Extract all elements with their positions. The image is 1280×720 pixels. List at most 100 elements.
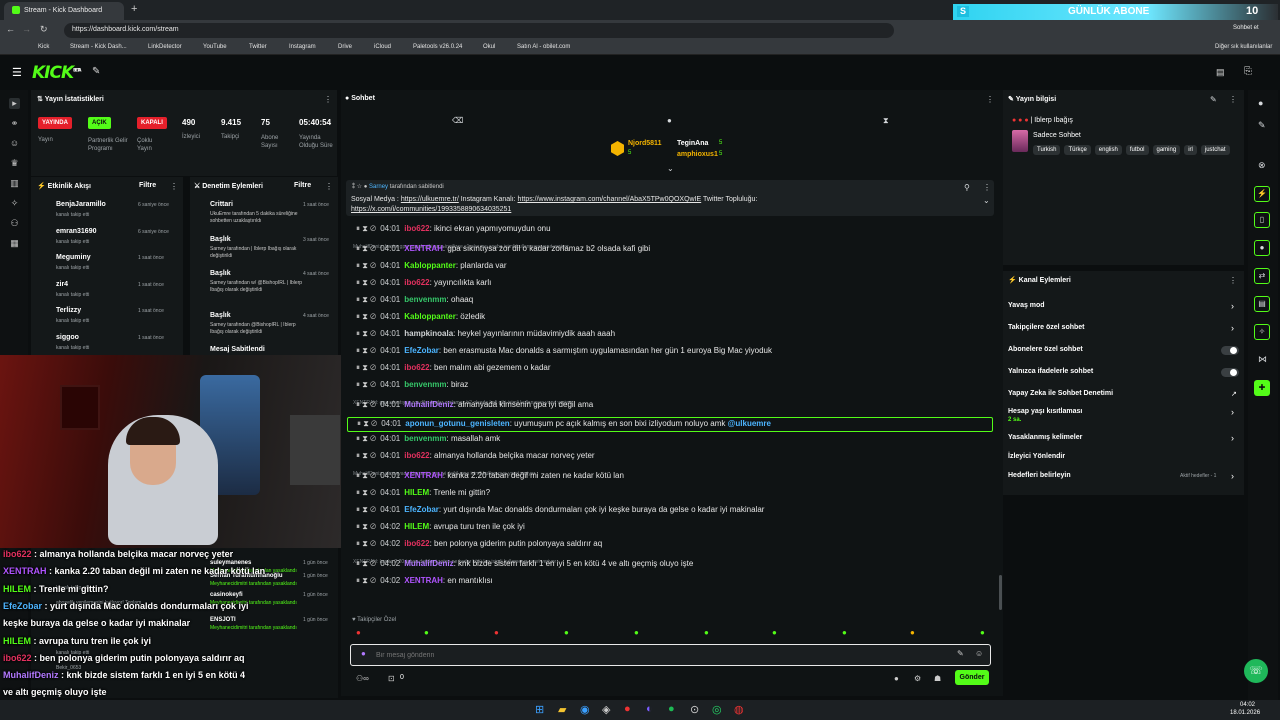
pinned-link[interactable]: https://x.com/i/communities/199335889063…	[351, 206, 511, 213]
chat-message[interactable]: ⏸ ⧗ ⊘ 04:01 ibo622: ben malım abi gezemem …	[356, 363, 996, 377]
chevron-right-icon[interactable]: ›	[1231, 407, 1234, 417]
top-user-1[interactable]: Njord5811	[628, 140, 661, 147]
chat-message[interactable]: ⏸ ⧗ ⊘ 04:02 HILEM: avrupa turu tren ile ço…	[356, 522, 996, 536]
top-user-2[interactable]: TeginAna	[677, 140, 708, 147]
channel-action-label[interactable]: Takipçilere özel sohbet	[1008, 324, 1085, 331]
channel-action-label[interactable]: Yavaş mod	[1008, 302, 1045, 309]
chat-input-box[interactable]: ● ✎ ☺	[350, 644, 991, 666]
message-username[interactable]: Kabloppanter	[404, 312, 456, 321]
wallet-icon[interactable]: ⎘	[1244, 66, 1252, 77]
chat-message[interactable]: ⏸ ⧗ ⊘ 04:01 EfeZobar: ben erasmusta Mac do…	[356, 346, 996, 360]
trash-icon[interactable]: ⌫	[452, 116, 463, 125]
top-user-3[interactable]: amphioxus1	[677, 151, 718, 158]
whatsapp-icon[interactable]: ◎	[712, 703, 722, 716]
message-mention[interactable]: @ulkuemre	[728, 419, 771, 428]
chat-message[interactable]: ⏸ ⧗ ⊘ 04:02 MuhalifDeniz: knk bizde sistem…	[356, 559, 996, 573]
emote-icon[interactable]: ●	[356, 628, 361, 637]
more-icon[interactable]: ⋮	[983, 183, 991, 192]
emote-icon[interactable]: ●	[772, 628, 777, 637]
message-username[interactable]: EfeZobar	[404, 505, 439, 514]
mod-actions-icon[interactable]: ⏸ ⧗ ⊘	[356, 346, 376, 355]
hourglass-icon[interactable]: ⧗	[883, 116, 889, 126]
mod-actions-icon[interactable]: ⏸ ⧗ ⊘	[357, 419, 377, 428]
mod-actions-icon[interactable]: ⏸ ⧗ ⊘	[356, 363, 376, 372]
new-tab-icon[interactable]: +	[131, 3, 137, 15]
chat-message[interactable]: ⏸ ⧗ ⊘ 04:01 HILEM: Trenle mi gittin?	[356, 488, 996, 502]
mod-actions-icon[interactable]: ⏸ ⧗ ⊘	[356, 559, 376, 568]
message-username[interactable]: benvenmm	[404, 434, 446, 443]
app-icon[interactable]: ◍	[734, 703, 744, 716]
mod-actions-icon[interactable]: ⏸ ⧗ ⊘	[356, 539, 376, 548]
clip-icon[interactable]: ▤	[1254, 296, 1270, 312]
message-username[interactable]: ibo622	[404, 278, 429, 287]
bookmark[interactable]: Satın Al - obilet.com	[517, 44, 570, 50]
chat-message[interactable]: ⏸ ⧗ ⊘ 04:01 ibo622: almanya hollanda belçi…	[356, 451, 996, 465]
chevron-right-icon[interactable]: ›	[1231, 433, 1234, 443]
send-button[interactable]: Gönder	[955, 670, 989, 685]
chevron-down-icon[interactable]: ⌄	[667, 164, 674, 173]
back-icon[interactable]: ←	[6, 24, 15, 34]
more-icon[interactable]: ⋮	[325, 182, 333, 191]
steam-icon[interactable]: ◈	[602, 703, 610, 716]
chevron-right-icon[interactable]: ›	[1231, 323, 1234, 333]
pinned-link[interactable]: https://www.instagram.com/channel/AbaX5T…	[518, 196, 702, 203]
chat-message[interactable]: ⏸ ⧗ ⊘ 04:01 ibo622: yayıncılıkta karlı	[356, 278, 996, 292]
activity-name[interactable]: BenjaJaramillo	[56, 201, 106, 208]
moderation-filter-button[interactable]: Filtre	[294, 182, 311, 189]
bookmark[interactable]: Instagram	[289, 44, 316, 50]
chat-message[interactable]: ⏸ ⧗ ⊘ 04:01 ibo622: ikinci ekran yapmıyomu…	[356, 224, 996, 238]
reload-icon[interactable]: ↻	[40, 24, 48, 35]
stream-tag[interactable]: Turkish	[1033, 145, 1061, 155]
gift-icon[interactable]: ⊡	[388, 674, 395, 683]
activity-name[interactable]: Meguminy	[56, 254, 91, 261]
moderation-name[interactable]: Mesaj Sabitlendi	[210, 346, 265, 353]
bookmark[interactable]: iCloud	[374, 44, 391, 50]
edit-icon[interactable]: ✎	[1210, 95, 1217, 104]
stream-tag[interactable]: irl	[1184, 145, 1197, 155]
chat-input[interactable]	[376, 648, 936, 662]
channel-action-label[interactable]: Yapay Zeka ile Sohbet Denetimi	[1008, 390, 1113, 397]
chat-message[interactable]: ⏸ ⧗ ⊘ 04:01 EfeZobar: yurt dışında Mac don…	[356, 505, 996, 519]
chat-settings-icon[interactable]: ●	[894, 674, 899, 683]
activity-name[interactable]: siggoo	[56, 334, 79, 341]
message-username[interactable]: ibo622	[404, 539, 429, 548]
emote-icon[interactable]: ●	[842, 628, 847, 637]
chat-message[interactable]: ⏸ ⧗ ⊘ 04:01 XENTRAH: gpa sıkıntıysa zor di…	[356, 244, 996, 258]
message-username[interactable]: ibo622	[404, 363, 429, 372]
moderation-name[interactable]: casinokeyfi	[210, 592, 243, 598]
channel-action-label[interactable]: Yalnızca ifadelerle sohbet	[1008, 368, 1093, 375]
stream-tag[interactable]: futbol	[1125, 145, 1149, 155]
mod-actions-icon[interactable]: ⏸ ⧗ ⊘	[356, 451, 376, 460]
mod-actions-icon[interactable]: ⏸ ⧗ ⊘	[356, 505, 376, 514]
share-icon[interactable]: ⋈	[1258, 354, 1267, 365]
more-icon[interactable]: ⋮	[1229, 276, 1237, 285]
stream-tag[interactable]: justchat	[1200, 145, 1230, 155]
wrench-icon[interactable]: ✧	[9, 198, 20, 209]
stream-tag[interactable]: gaming	[1152, 145, 1181, 155]
stream-tag[interactable]: Türkçe	[1064, 145, 1091, 155]
mod-actions-icon[interactable]: ⏸ ⧗ ⊘	[356, 400, 376, 409]
more-icon[interactable]: ⋮	[986, 95, 994, 104]
message-username[interactable]: HILEM	[404, 488, 429, 497]
emote-icon[interactable]: ●	[980, 628, 985, 637]
activity-name[interactable]: Terlizzy	[56, 307, 81, 314]
target-icon[interactable]: ⊗	[1258, 160, 1266, 171]
channel-action-label[interactable]: Hedefleri belirleyin	[1008, 472, 1071, 479]
moderation-name[interactable]: Başlık	[210, 270, 231, 277]
chat-scrollbar[interactable]	[999, 575, 1002, 610]
more-icon[interactable]: ⋮	[170, 182, 178, 191]
more-icon[interactable]: ⋮	[324, 95, 332, 104]
emote-icon[interactable]: ●	[910, 628, 915, 637]
chat-message[interactable]: ⏸ ⧗ ⊘ 04:01 hampkinoala: heykel yayınların…	[356, 329, 996, 343]
user-icon[interactable]: ☺	[9, 138, 20, 149]
chat-icon[interactable]: ●	[1254, 240, 1270, 256]
pin-icon[interactable]: ⚲	[964, 183, 970, 192]
activity-filter-button[interactable]: Filtre	[139, 182, 156, 189]
phone-icon[interactable]: ▯	[1254, 212, 1270, 228]
bookmark[interactable]: YouTube	[203, 44, 227, 50]
chat-label[interactable]: Sohbet et	[1233, 25, 1259, 31]
app-icon[interactable]: ⊙	[690, 703, 699, 716]
message-username[interactable]: aponun_gotunu_genisleten	[405, 419, 509, 428]
grid-icon[interactable]: ▦	[9, 238, 20, 249]
message-username[interactable]: MuhalifDeniz	[404, 559, 453, 568]
